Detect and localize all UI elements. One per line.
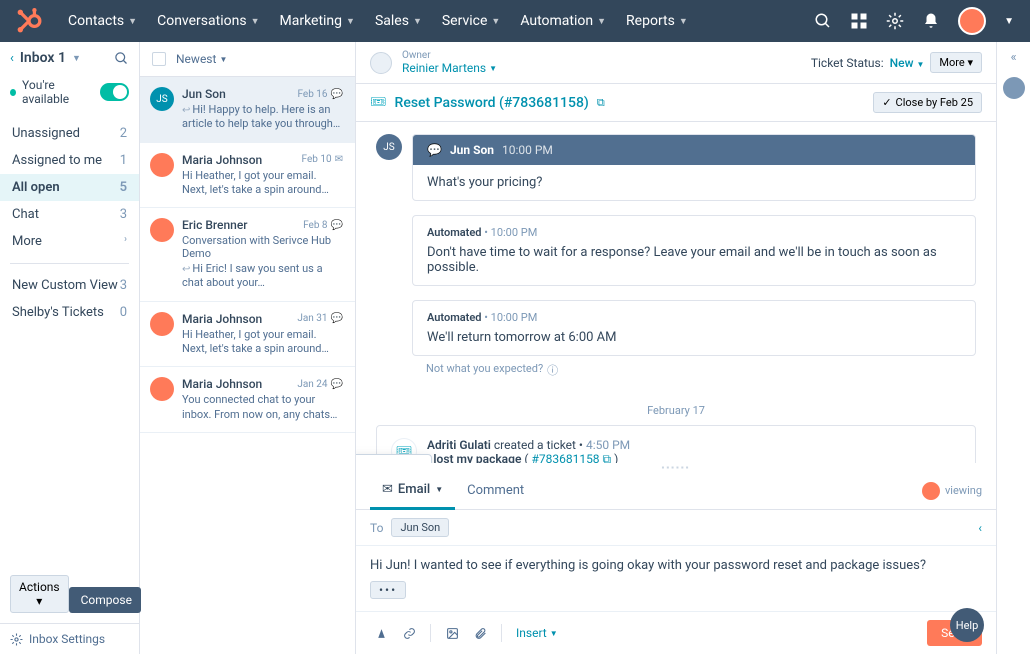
image-icon[interactable]	[441, 622, 463, 644]
notifications-icon[interactable]	[922, 12, 940, 30]
composer-tabs: ✉Email▼ Comment viewing	[356, 472, 996, 510]
actions-button[interactable]: Actions ▾	[10, 575, 69, 613]
inbox-dropdown-icon[interactable]: ▼	[72, 53, 81, 64]
conversation-item[interactable]: JS Jun SonFeb 16 💬 ↩Hi! Happy to help. H…	[140, 77, 355, 143]
insert-dropdown[interactable]: Insert▼	[516, 626, 558, 640]
to-label: To	[370, 521, 383, 535]
recipient-chip[interactable]: Jun Son	[391, 518, 449, 537]
availability-text: You're available	[22, 78, 94, 106]
conversation-avatar	[150, 312, 174, 336]
ticket-link[interactable]: #783681158 ⧉	[531, 452, 611, 463]
more-button[interactable]: More ▾	[930, 52, 982, 73]
visitor-avatar: JS	[376, 134, 402, 160]
inbox-sidebar: ‹ Inbox 1 ▼ You're available Unassigned2…	[0, 42, 140, 654]
quoted-content-toggle[interactable]: •••	[370, 581, 406, 599]
conversation-item[interactable]: Maria JohnsonJan 31 💬 Hi Heather, I got …	[140, 302, 355, 368]
nav-more[interactable]: More›	[0, 228, 139, 255]
automated-message: Automated • 10:00 PM Don't have time to …	[412, 215, 976, 286]
help-button[interactable]: Help	[950, 608, 984, 642]
nav-shelbys-tickets[interactable]: Shelby's Tickets0	[0, 299, 139, 326]
date-separator: February 17	[376, 404, 976, 417]
hubspot-logo[interactable]	[16, 8, 42, 34]
sort-dropdown[interactable]: Newest▼	[176, 52, 227, 66]
compose-button[interactable]: Compose	[69, 587, 141, 613]
viewing-label: viewing	[945, 484, 982, 497]
channel-icon: ✉	[335, 154, 343, 165]
owner-label: Owner	[402, 50, 497, 61]
nav-custom-view[interactable]: New Custom View3	[0, 272, 139, 299]
conversation-item[interactable]: Maria JohnsonFeb 10 ✉ Hi Heather, I got …	[140, 143, 355, 209]
nav-automation[interactable]: Automation▼	[510, 13, 616, 29]
owner-dropdown[interactable]: Reinier Martens▼	[402, 61, 497, 75]
search-icon[interactable]	[814, 12, 832, 30]
visitor-message: 💬 Jun Son 10:00 PM What's your pricing?	[412, 134, 976, 201]
close-by-button[interactable]: ✓Close by Feb 25	[873, 92, 982, 113]
expand-rail-icon[interactable]: «	[1010, 50, 1016, 65]
nav-chat[interactable]: Chat3	[0, 201, 139, 228]
collapse-recipients-icon[interactable]: ‹	[978, 521, 982, 535]
viewer-avatar	[922, 482, 940, 500]
ticket-created-event: 🎟 Adriti Gulati created a ticket • 4:50 …	[376, 425, 976, 463]
channel-icon: 💬	[331, 379, 343, 390]
nav-reports[interactable]: Reports▼	[616, 13, 698, 29]
automated-message: Automated • 10:00 PM We'll return tomorr…	[412, 300, 976, 356]
account-chevron-icon[interactable]: ▼	[1004, 16, 1014, 27]
link-icon[interactable]	[398, 622, 420, 644]
not-expected-link[interactable]: Not what you expected?ⓘ	[412, 362, 976, 378]
settings-icon[interactable]	[886, 12, 904, 30]
nav-service[interactable]: Service▼	[432, 13, 510, 29]
conversation-panel: Owner Reinier Martens▼ Ticket Status: Ne…	[356, 42, 996, 654]
availability-toggle[interactable]	[100, 83, 129, 101]
nav-conversations[interactable]: Conversations▼	[147, 13, 269, 29]
external-link-icon[interactable]: ⧉	[597, 96, 605, 110]
nav-contacts[interactable]: Contacts▼	[58, 13, 147, 29]
composer-resize-handle[interactable]: ▪▪▪▪▪▪	[356, 463, 996, 472]
channel-icon: 💬	[331, 89, 343, 100]
ticket-title[interactable]: Reset Password (#783681158)	[395, 95, 589, 111]
tab-comment[interactable]: Comment	[455, 473, 536, 508]
inbox-settings-link[interactable]: Inbox Settings	[0, 623, 139, 654]
conversation-avatar: JS	[150, 87, 174, 111]
nav-all-open[interactable]: All open5	[0, 174, 139, 201]
conversation-avatar	[150, 218, 174, 242]
channel-dropdown: Call› Chat Email	[356, 454, 432, 463]
nav-marketing[interactable]: Marketing▼	[269, 13, 364, 29]
attachment-icon[interactable]	[469, 622, 491, 644]
ticket-status-dropdown[interactable]: New ▼	[890, 56, 925, 70]
top-nav: Contacts▼ Conversations▼ Marketing▼ Sale…	[0, 0, 1030, 42]
conversation-avatar	[150, 377, 174, 401]
nav-assigned-to-me[interactable]: Assigned to me1	[0, 147, 139, 174]
nav-unassigned[interactable]: Unassigned2	[0, 120, 139, 147]
inbox-title[interactable]: Inbox 1	[20, 50, 66, 66]
font-style-icon[interactable]	[370, 622, 392, 644]
back-icon[interactable]: ‹	[10, 51, 14, 66]
availability-dot	[10, 89, 16, 96]
inbox-nav: Unassigned2 Assigned to me1 All open5 Ch…	[0, 116, 139, 330]
select-all-checkbox[interactable]	[152, 52, 166, 66]
right-rail: «	[996, 42, 1030, 654]
dropdown-call[interactable]: Call›	[356, 459, 431, 463]
rail-avatar[interactable]	[1003, 77, 1025, 99]
conversation-list-panel: Newest▼ JS Jun SonFeb 16 💬 ↩Hi! Happy to…	[140, 42, 356, 654]
owner-avatar	[370, 52, 392, 74]
thread-scroll[interactable]: JS 💬 Jun Son 10:00 PM What's your pricin…	[356, 122, 996, 463]
account-avatar[interactable]	[958, 7, 986, 35]
ticket-status-label: Ticket Status:	[811, 56, 884, 70]
conversation-avatar	[150, 153, 174, 177]
channel-icon: 💬	[331, 313, 343, 324]
conversation-item[interactable]: Eric BrennerFeb 8 💬 Conversation with Se…	[140, 208, 355, 302]
ticket-icon: 🎟	[370, 95, 387, 110]
compose-editor[interactable]: Hi Jun! I wanted to see if everything is…	[356, 546, 996, 611]
search-inbox-icon[interactable]	[114, 51, 129, 66]
channel-icon: 💬	[331, 220, 343, 231]
tab-email[interactable]: ✉Email▼	[370, 472, 455, 510]
marketplace-icon[interactable]	[850, 12, 868, 30]
nav-sales[interactable]: Sales▼	[365, 13, 432, 29]
conversation-item[interactable]: Maria JohnsonJan 24 💬 You connected chat…	[140, 367, 355, 433]
